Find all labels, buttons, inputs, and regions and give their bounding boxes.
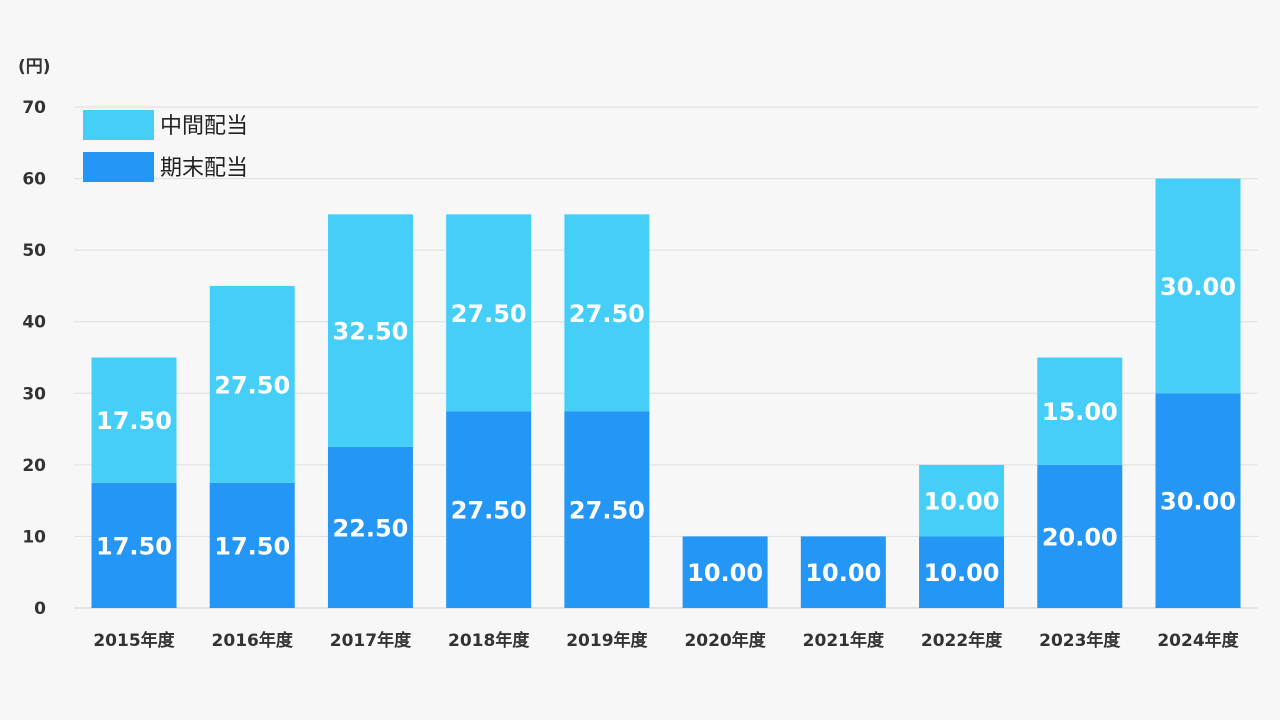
dividend-chart: (円) 0 10 20 30 40 50 60 70 17.50 17.50 2015年度 17.5… (0, 0, 1280, 720)
data-label: 17.50 (96, 532, 172, 560)
data-label: 17.50 (96, 407, 172, 435)
y-tick-label: 30 (22, 384, 46, 404)
data-label: 10.00 (924, 559, 1000, 587)
x-tick-label: 2016年度 (212, 630, 294, 651)
data-label: 27.50 (214, 371, 290, 399)
x-tick-label: 2021年度 (803, 630, 885, 651)
data-label: 32.50 (332, 318, 408, 346)
chart-canvas: (円) 010203040506070 17.5017.502015年度17.5… (18, 57, 1258, 651)
bar-group: 20.00 15.00 2023年度 (1037, 357, 1123, 651)
x-tick-label: 2022年度 (921, 630, 1003, 651)
x-tick-label: 2019年度 (566, 630, 648, 651)
y-tick-label: 50 (22, 241, 46, 261)
bar-group: 27.50 27.50 2018年度 (446, 214, 532, 651)
legend-item: 期末配当 (83, 152, 248, 182)
data-label: 10.00 (805, 559, 881, 587)
data-label: 20.00 (1042, 523, 1118, 551)
y-unit-label: (円) (18, 57, 51, 77)
data-label: 30.00 (1160, 273, 1236, 301)
legend-swatch (83, 110, 154, 140)
legend: 中間配当期末配当 (83, 110, 248, 182)
x-tick-label: 2015年度 (93, 630, 175, 651)
legend-swatch (83, 152, 154, 182)
bar-group: 30.00 30.00 2024年度 (1155, 178, 1241, 651)
legend-item: 中間配当 (83, 110, 248, 140)
data-label: 27.50 (451, 300, 527, 328)
x-tick-label: 2023年度 (1039, 630, 1121, 651)
y-tick-label: 60 (22, 170, 46, 190)
y-tick-label: 10 (22, 527, 46, 547)
data-label: 27.50 (569, 300, 645, 328)
bar-group: 10.00 2020年度 (682, 536, 768, 651)
y-tick-label: 20 (22, 456, 46, 476)
bar-group: 22.50 32.50 2017年度 (327, 214, 413, 651)
x-tick-label: 2018年度 (448, 630, 530, 651)
data-label: 17.50 (214, 532, 290, 560)
data-label: 27.50 (451, 497, 527, 525)
bar-group: 17.50 17.50 2015年度 (91, 357, 177, 651)
y-tick-label: 0 (34, 599, 46, 619)
bar-group: 10.00 2021年度 (800, 536, 886, 651)
legend-label: 中間配当 (160, 114, 248, 139)
data-label: 30.00 (1160, 488, 1236, 516)
x-tick-label: 2020年度 (684, 630, 766, 651)
bar-group: 27.50 27.50 2019年度 (564, 214, 650, 651)
data-label: 22.50 (332, 514, 408, 542)
bar-groups: 17.50 17.50 2015年度 17.50 27.50 2016年度 22.50 32.… (91, 178, 1241, 651)
x-tick-label: 2017年度 (330, 630, 412, 651)
data-label: 10.00 (924, 488, 1000, 516)
data-label: 27.50 (569, 497, 645, 525)
legend-label: 期末配当 (160, 156, 248, 181)
y-tick-label: 70 (22, 98, 46, 118)
data-label: 10.00 (687, 559, 763, 587)
data-label: 15.00 (1042, 398, 1118, 426)
y-tick-label: 40 (22, 313, 46, 333)
x-tick-label: 2024年度 (1157, 630, 1239, 651)
bar-group: 17.50 27.50 2016年度 (209, 285, 295, 651)
bar-group: 10.00 10.00 2022年度 (919, 464, 1005, 651)
